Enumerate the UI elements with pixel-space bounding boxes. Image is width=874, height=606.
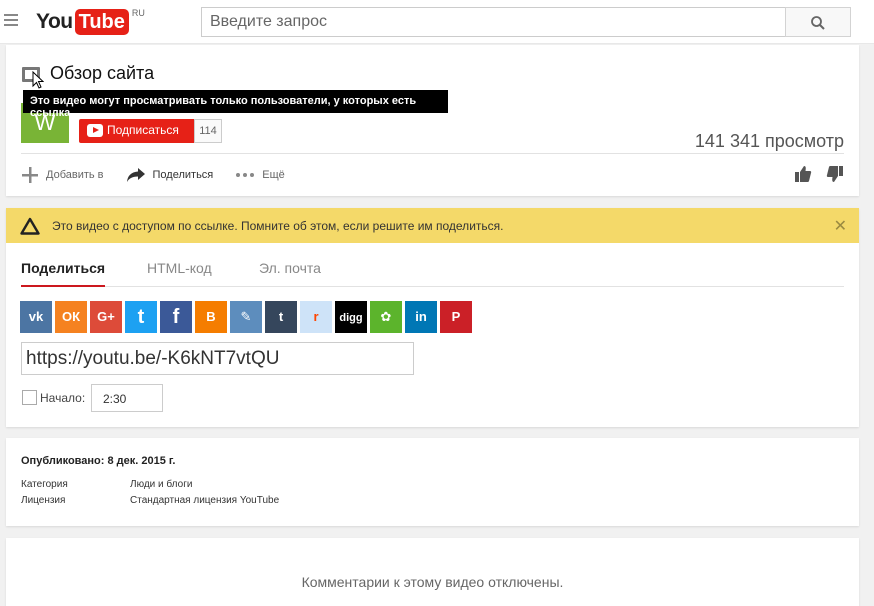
- thumbs-up-icon[interactable]: [794, 165, 812, 183]
- share-panel: Это видео с доступом по ссылке. Помните …: [6, 208, 859, 427]
- mixi-share-icon[interactable]: ✿: [370, 301, 402, 333]
- rating-buttons: [780, 165, 844, 183]
- tumblr-share-icon[interactable]: t: [265, 301, 297, 333]
- livejournal-share-icon[interactable]: ✎: [230, 301, 262, 333]
- plus-icon: [22, 167, 38, 183]
- pinterest-glyph: P: [451, 309, 461, 324]
- youtube-play-icon: [87, 124, 103, 137]
- comments-section: Комментарии к этому видео отключены.: [6, 538, 859, 606]
- digg-share-icon[interactable]: digg: [335, 301, 367, 333]
- twitter-share-icon[interactable]: t: [125, 301, 157, 333]
- google-plus-glyph: G+: [97, 309, 115, 324]
- license-label: Лицензия: [21, 495, 66, 506]
- comments-disabled-text: Комментарии к этому видео отключены.: [301, 574, 564, 590]
- subscribe-label: Подписаться: [107, 123, 179, 137]
- mouse-cursor-icon: [32, 71, 44, 89]
- start-at-label: Начало:: [40, 391, 86, 405]
- more-label: Ещё: [262, 169, 285, 181]
- vk-glyph: vk: [28, 309, 44, 324]
- license-value: Стандартная лицензия YouTube: [130, 495, 280, 506]
- tumblr-glyph: t: [278, 309, 284, 324]
- blogger-glyph: B: [206, 309, 216, 324]
- banner-text: Это видео с доступом по ссылке. Помните …: [52, 219, 504, 233]
- search-button[interactable]: [785, 7, 851, 37]
- blogger-share-icon[interactable]: B: [195, 301, 227, 333]
- close-icon[interactable]: ✕: [834, 216, 847, 236]
- tab-email[interactable]: Эл. почта: [259, 260, 321, 285]
- tab-embed[interactable]: HTML-код: [147, 260, 212, 285]
- livejournal-glyph: ✎: [240, 309, 252, 324]
- add-to-button[interactable]: Добавить в: [21, 166, 104, 184]
- mixi-glyph: ✿: [380, 309, 392, 324]
- view-count: 141 341 просмотр: [694, 131, 844, 151]
- youtube-logo[interactable]: You Tube RU: [36, 8, 145, 35]
- subscribe-button[interactable]: Подписаться: [79, 119, 194, 143]
- linkedin-glyph: in: [415, 309, 427, 324]
- masthead: You Tube RU Введите запрос: [0, 0, 874, 44]
- twitter-glyph: t: [137, 306, 145, 328]
- logo-region: RU: [131, 8, 145, 18]
- share-tabs: Поделиться HTML-код Эл. почта: [21, 258, 844, 287]
- share-label: Поделиться: [152, 169, 214, 181]
- more-button[interactable]: Ещё: [235, 169, 285, 181]
- warning-triangle-icon: [20, 217, 40, 235]
- guide-menu-icon[interactable]: [4, 14, 18, 28]
- start-at-checkbox[interactable]: [22, 390, 37, 405]
- start-time-input[interactable]: 2:30: [91, 384, 163, 412]
- share-network-list: vk ОК G+ t f B ✎ t r digg ✿ in P: [20, 301, 475, 333]
- share-arrow-icon: [126, 168, 145, 182]
- category-label: Категория: [21, 479, 68, 490]
- reddit-glyph: r: [313, 309, 319, 324]
- search-icon: [811, 16, 825, 30]
- logo-tube-text: Tube: [74, 9, 129, 35]
- vk-share-icon[interactable]: vk: [20, 301, 52, 333]
- divider: [21, 153, 844, 154]
- pinterest-share-icon[interactable]: P: [440, 301, 472, 333]
- tab-share[interactable]: Поделиться: [21, 260, 106, 287]
- linkedin-share-icon[interactable]: in: [405, 301, 437, 333]
- facebook-share-icon[interactable]: f: [160, 301, 192, 333]
- digg-glyph: digg: [339, 312, 363, 324]
- search-input[interactable]: Введите запрос: [201, 7, 785, 37]
- share-link-input[interactable]: https://youtu.be/-K6kNT7vtQU: [21, 342, 414, 375]
- google-plus-share-icon[interactable]: G+: [90, 301, 122, 333]
- unlisted-warning-banner: Это видео с доступом по ссылке. Помните …: [6, 208, 859, 243]
- thumbs-down-icon[interactable]: [826, 165, 844, 183]
- odnoklassniki-share-icon[interactable]: ОК: [55, 301, 87, 333]
- more-dots-icon: [236, 173, 255, 177]
- video-info-card: Обзор сайта W Это видео могут просматрив…: [6, 45, 859, 196]
- logo-you-text: You: [36, 10, 73, 33]
- video-title: Обзор сайта: [50, 63, 155, 83]
- facebook-glyph: f: [172, 306, 180, 328]
- description-card: Опубликовано: 8 дек. 2015 г. Категория Л…: [6, 438, 859, 526]
- unlisted-tooltip: Это видео могут просматривать только пол…: [23, 90, 448, 119]
- odnoklassniki-glyph: ОК: [61, 309, 81, 324]
- action-bar: Добавить в Поделиться Ещё: [21, 165, 307, 185]
- published-date: Опубликовано: 8 дек. 2015 г.: [21, 455, 176, 467]
- subscriber-count: 114: [194, 119, 222, 143]
- share-button[interactable]: Поделиться: [126, 167, 214, 183]
- category-value[interactable]: Люди и блоги: [130, 479, 192, 490]
- reddit-share-icon[interactable]: r: [300, 301, 332, 333]
- add-to-label: Добавить в: [46, 169, 104, 181]
